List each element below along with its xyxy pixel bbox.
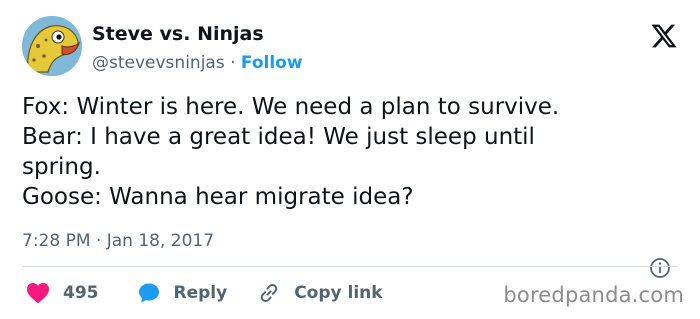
tweet-line: Fox: Winter is here. We need a plan to s… — [22, 94, 560, 120]
x-logo-icon[interactable] — [650, 22, 678, 50]
copy-link-button[interactable]: Copy link — [257, 281, 383, 305]
tweet-line: Goose: Wanna hear migrate idea? — [22, 184, 414, 210]
action-bar: 495 Reply Copy link — [22, 281, 383, 305]
author-header: Steve vs. Ninjas @stevevsninjas · Follow — [92, 22, 303, 74]
handle-separator: · — [224, 53, 241, 73]
fish-cartoon-avatar-icon — [22, 16, 82, 76]
avatar[interactable] — [22, 16, 82, 76]
heart-icon — [27, 283, 49, 304]
tweet-line: spring. — [22, 154, 101, 180]
like-count: 495 — [63, 283, 99, 303]
reply-bubble-icon — [138, 283, 159, 303]
like-button[interactable]: 495 — [26, 282, 99, 304]
copy-link-label: Copy link — [294, 283, 383, 303]
author-handle-line: @stevevsninjas · Follow — [92, 52, 303, 74]
divider — [22, 266, 678, 267]
follow-link[interactable]: Follow — [241, 53, 303, 73]
watermark: boredpanda.com — [503, 283, 684, 307]
author-display-name[interactable]: Steve vs. Ninjas — [92, 22, 303, 46]
link-chain-icon — [260, 283, 278, 303]
tweet-line: Bear: I have a great idea! We just sleep… — [22, 124, 535, 150]
tweet-timestamp[interactable]: 7:28 PM · Jan 18, 2017 — [22, 230, 214, 252]
reply-label: Reply — [173, 283, 228, 303]
reply-button[interactable]: Reply — [137, 281, 228, 305]
info-circle-icon[interactable] — [648, 256, 672, 280]
tweet-text: Fox: Winter is here. We need a plan to s… — [22, 92, 682, 212]
author-handle[interactable]: @stevevsninjas — [92, 53, 225, 73]
